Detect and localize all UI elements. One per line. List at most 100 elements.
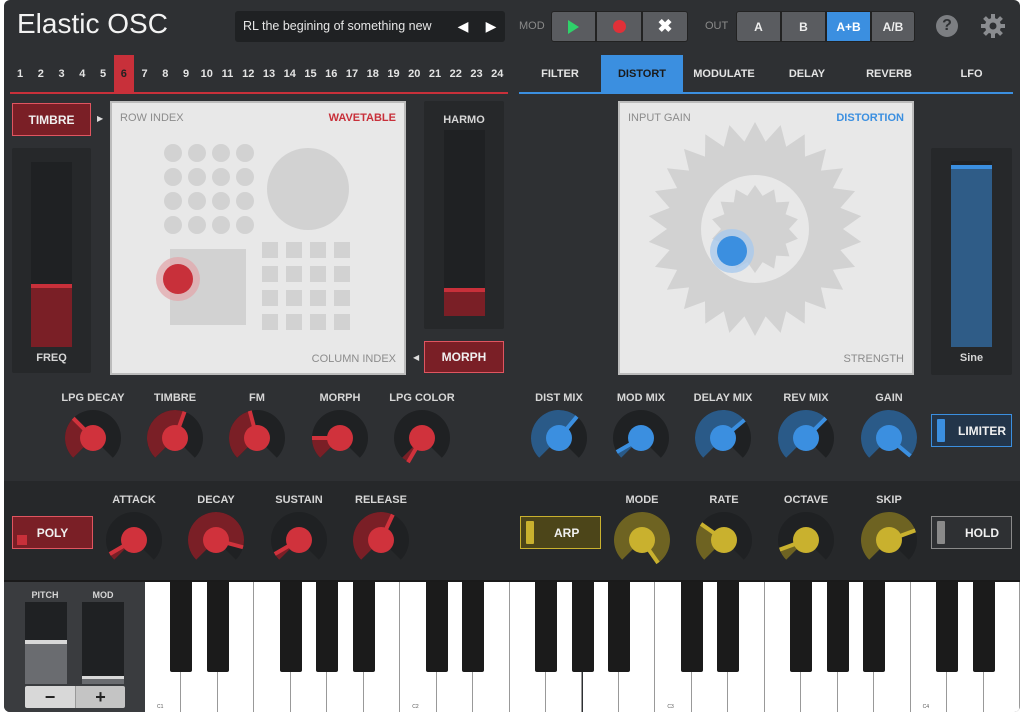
black-key[interactable] <box>462 582 485 672</box>
row-number-15[interactable]: 15 <box>301 55 321 93</box>
black-key[interactable] <box>535 582 558 672</box>
preset-prev-button[interactable]: ◀ <box>449 11 477 42</box>
blue-rev-mix-knob[interactable] <box>774 406 838 470</box>
black-key[interactable] <box>206 582 229 672</box>
env-sustain-knob[interactable] <box>267 508 331 572</box>
red-morph-knob[interactable] <box>308 406 372 470</box>
help-icon[interactable]: ? <box>936 15 958 37</box>
black-key[interactable] <box>425 582 448 672</box>
black-key[interactable] <box>607 582 630 672</box>
black-key[interactable] <box>826 582 849 672</box>
out-b-button[interactable]: B <box>781 11 826 42</box>
row-number-17[interactable]: 17 <box>342 55 362 93</box>
harmo-slider-fill <box>444 287 485 316</box>
tab-filter[interactable]: FILTER <box>519 55 601 93</box>
black-key[interactable] <box>352 582 375 672</box>
arp-skip-knob[interactable] <box>857 508 921 572</box>
tab-lfo[interactable]: LFO <box>930 55 1013 93</box>
play-button[interactable] <box>551 11 596 42</box>
hold-button[interactable]: HOLD <box>931 516 1012 549</box>
blue-delay-mix-knob[interactable] <box>691 406 755 470</box>
row-number-8[interactable]: 8 <box>155 55 175 93</box>
record-button[interactable] <box>596 11 642 42</box>
black-key[interactable] <box>316 582 339 672</box>
red-fm-knob[interactable] <box>225 406 289 470</box>
harmo-slider[interactable] <box>444 130 485 316</box>
poly-indicator <box>17 535 27 545</box>
black-key[interactable] <box>279 582 302 672</box>
app-title: Elastic OSC <box>17 8 168 39</box>
blue-gain-knob[interactable] <box>857 406 921 470</box>
blue-mod-mix-knob[interactable] <box>609 406 673 470</box>
preset-next-button[interactable]: ▶ <box>477 11 505 42</box>
red-lpg-decay-knob[interactable] <box>61 406 125 470</box>
tab-modulate[interactable]: MODULATE <box>683 55 765 93</box>
preset-name: RL the begining of something new <box>243 19 432 33</box>
row-number-20[interactable]: 20 <box>404 55 424 93</box>
fx-tabs-underline <box>519 92 1013 94</box>
env-release-knob[interactable] <box>349 508 413 572</box>
gear-icon[interactable] <box>980 13 1006 39</box>
row-number-5[interactable]: 5 <box>93 55 113 93</box>
freq-slider[interactable] <box>31 162 72 347</box>
row-number-1[interactable]: 1 <box>10 55 30 93</box>
tab-delay[interactable]: DELAY <box>766 55 848 93</box>
distortion-pad[interactable]: INPUT GAIN DISTORTION STRENGTH <box>618 101 914 375</box>
row-number-24[interactable]: 24 <box>487 55 507 93</box>
poly-label: POLY <box>36 525 69 540</box>
limiter-button[interactable]: LIMITER <box>931 414 1012 447</box>
pitch-wheel[interactable] <box>25 602 67 684</box>
arp-octave-knob[interactable] <box>774 508 838 572</box>
red-lpg-color-knob[interactable] <box>390 406 454 470</box>
row-number-4[interactable]: 4 <box>72 55 92 93</box>
morph-button[interactable]: MORPH <box>424 341 504 373</box>
row-number-3[interactable]: 3 <box>52 55 72 93</box>
wavetable-pad[interactable]: ROW INDEX WAVETABLE COLUMN INDEX <box>110 101 406 375</box>
mod-wheel[interactable] <box>82 602 124 684</box>
octave-down-button[interactable]: − <box>25 686 75 708</box>
row-number-11[interactable]: 11 <box>218 55 238 93</box>
arp-rate-knob[interactable] <box>692 508 756 572</box>
row-number-2[interactable]: 2 <box>31 55 51 93</box>
black-key[interactable] <box>571 582 594 672</box>
clear-button[interactable]: ✖ <box>642 11 688 42</box>
row-number-18[interactable]: 18 <box>363 55 383 93</box>
out-a-button[interactable]: A <box>736 11 781 42</box>
tab-distort[interactable]: DISTORT <box>601 55 683 93</box>
mod-label: MOD <box>519 20 545 32</box>
black-key[interactable] <box>972 582 995 672</box>
out-ab-split-button[interactable]: A/B <box>871 11 915 42</box>
row-number-16[interactable]: 16 <box>321 55 341 93</box>
record-icon <box>612 20 626 33</box>
poly-button[interactable]: POLY <box>12 516 93 549</box>
black-key[interactable] <box>170 582 193 672</box>
tab-reverb[interactable]: REVERB <box>848 55 930 93</box>
row-number-13[interactable]: 13 <box>259 55 279 93</box>
row-number-7[interactable]: 7 <box>135 55 155 93</box>
row-number-12[interactable]: 12 <box>238 55 258 93</box>
row-number-22[interactable]: 22 <box>446 55 466 93</box>
row-number-19[interactable]: 19 <box>384 55 404 93</box>
env-decay-knob[interactable] <box>184 508 248 572</box>
preset-selector[interactable]: RL the begining of something new ◀ ▶ <box>235 11 505 42</box>
red-timbre-knob[interactable] <box>143 406 207 470</box>
lfo-shape-slider[interactable] <box>951 161 992 347</box>
row-number-21[interactable]: 21 <box>425 55 445 93</box>
octave-up-button[interactable]: + <box>75 686 125 708</box>
env-attack-knob[interactable] <box>102 508 166 572</box>
black-key[interactable] <box>790 582 813 672</box>
arp-button[interactable]: ARP <box>520 516 601 549</box>
black-key[interactable] <box>936 582 959 672</box>
row-number-9[interactable]: 9 <box>176 55 196 93</box>
row-number-23[interactable]: 23 <box>467 55 487 93</box>
black-key[interactable] <box>680 582 703 672</box>
arp-mode-knob[interactable] <box>610 508 674 572</box>
timbre-button[interactable]: TIMBRE <box>12 103 91 136</box>
out-ab-sum-button[interactable]: A+B <box>826 11 871 42</box>
black-key[interactable] <box>863 582 886 672</box>
row-number-14[interactable]: 14 <box>280 55 300 93</box>
black-key[interactable] <box>717 582 740 672</box>
blue-dist-mix-knob[interactable] <box>527 406 591 470</box>
row-number-6[interactable]: 6 <box>113 55 134 93</box>
row-number-10[interactable]: 10 <box>197 55 217 93</box>
